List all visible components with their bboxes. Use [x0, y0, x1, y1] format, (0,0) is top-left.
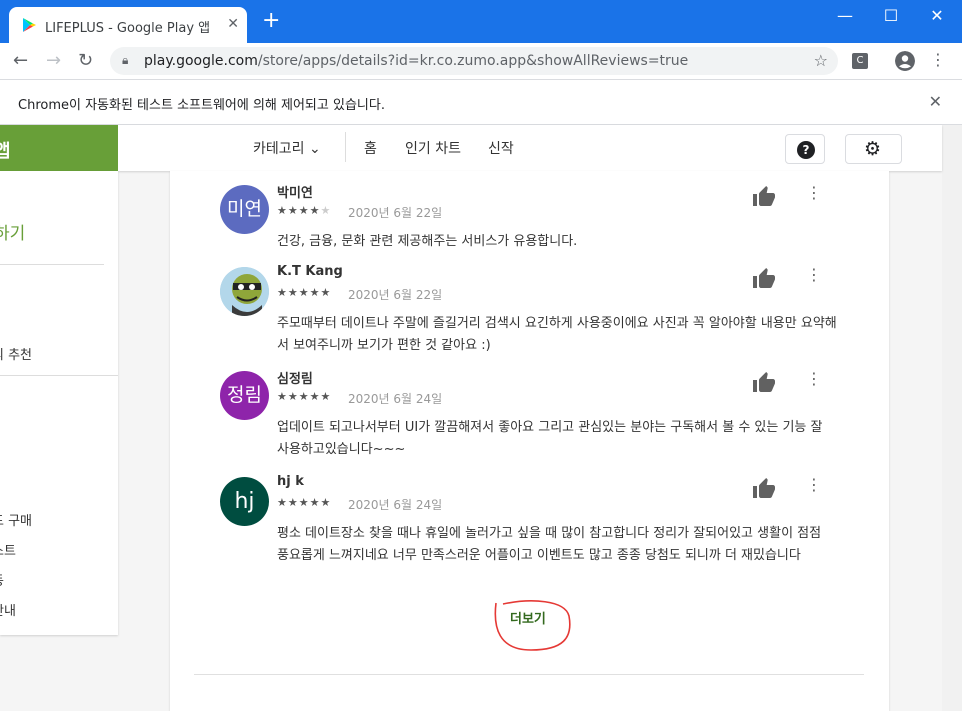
- review-text: 평소 데이트장소 찾을 때나 휴일에 놀러가고 싶을 때 많이 참고합니다 정리…: [277, 526, 822, 563]
- thumbs-up-icon[interactable]: [752, 267, 776, 291]
- address-bar[interactable]: 🔒︎ play.google.com/store/apps/details?id…: [110, 47, 838, 75]
- minimize-icon[interactable]: —: [822, 6, 868, 25]
- card-divider: [194, 674, 864, 675]
- sidebar-divider: [0, 375, 118, 376]
- extension-icon[interactable]: C: [852, 53, 868, 69]
- header-divider: [345, 132, 346, 162]
- apps-section-tab[interactable]: 앱: [0, 125, 118, 171]
- nav-link-new[interactable]: 신작: [488, 138, 514, 158]
- show-more-label: 더보기: [510, 612, 546, 627]
- chevron-down-icon: ⌄: [308, 141, 321, 157]
- nav-link-home[interactable]: 홈: [364, 138, 377, 158]
- star-rating: ★★★★★: [277, 204, 332, 217]
- review-text: 업데이트 되고나서부터 UI가 깔끔해져서 좋아요 그리고 관심있는 분야는 구…: [277, 420, 823, 457]
- more-options-icon[interactable]: ⋮: [806, 265, 822, 284]
- reviewer-name: 박미연: [277, 186, 313, 201]
- reviews-card: 미연 박미연 ★★★★★ 2020년 6월 22일 ⋮ 건강, 금융, 문화 관…: [170, 171, 889, 711]
- browser-tab[interactable]: LIFEPLUS - Google Play 앱 ✕: [9, 7, 247, 43]
- avatar: [220, 267, 269, 316]
- avatar: hj: [220, 477, 269, 526]
- infobar-message: Chrome이 자동화된 테스트 소프트웨어에 의해 제어되고 있습니다.: [18, 98, 385, 113]
- sidebar-item-activity[interactable]: 동: [0, 570, 4, 589]
- thumbs-up-icon[interactable]: [752, 477, 776, 501]
- sidebar-item-purchase[interactable]: 드 구매: [0, 510, 32, 529]
- profile-icon[interactable]: [895, 51, 915, 71]
- star-rating: ★★★★★: [277, 390, 332, 403]
- reviewer-name: hj k: [277, 474, 304, 489]
- sidebar-item-list[interactable]: 스트: [0, 540, 16, 559]
- review-date: 2020년 6월 22일: [348, 206, 443, 220]
- more-options-icon[interactable]: ⋮: [806, 369, 822, 388]
- settings-button[interactable]: ⚙: [845, 134, 902, 164]
- avatar: 정림: [220, 371, 269, 420]
- window-close-icon[interactable]: ✕: [914, 6, 960, 25]
- sidebar-item-recommendations[interactable]: 의 추천: [0, 344, 32, 363]
- gear-icon: ⚙: [864, 138, 882, 160]
- thumbs-up-icon[interactable]: [752, 371, 776, 395]
- reviewer-name: 심정림: [277, 372, 313, 387]
- sidebar-green-link[interactable]: 하기: [0, 219, 25, 244]
- category-dropdown[interactable]: 카테고리 ⌄: [253, 138, 321, 158]
- page-scrollbar[interactable]: [942, 125, 962, 711]
- review-text: 주모때부터 데이트나 주말에 즐길거리 검색시 요긴하게 사용중이에요 사진과 …: [277, 316, 837, 353]
- reviewer-name: K.T Kang: [277, 264, 343, 279]
- review-date: 2020년 6월 24일: [348, 498, 443, 512]
- new-tab-icon[interactable]: +: [262, 10, 280, 32]
- help-icon: ?: [797, 141, 815, 159]
- avatar: 미연: [220, 185, 269, 234]
- more-options-icon[interactable]: ⋮: [806, 475, 822, 494]
- review-date: 2020년 6월 22일: [348, 288, 443, 302]
- character-avatar-image: [220, 267, 269, 316]
- nav-link-top-charts[interactable]: 인기 차트: [405, 138, 461, 158]
- star-rating: ★★★★★: [277, 286, 332, 299]
- browser-menu-icon[interactable]: ⋮: [930, 50, 946, 69]
- more-options-icon[interactable]: ⋮: [806, 183, 822, 202]
- url-text: play.google.com/store/apps/details?id=kr…: [144, 53, 689, 69]
- apps-section-label: 앱: [0, 141, 11, 162]
- google-play-icon: [23, 18, 36, 32]
- maximize-icon[interactable]: ☐: [868, 6, 914, 25]
- help-button[interactable]: ?: [785, 134, 825, 164]
- infobar-close-icon[interactable]: ✕: [929, 92, 942, 111]
- back-icon[interactable]: ←: [13, 50, 28, 71]
- review-date: 2020년 6월 24일: [348, 392, 443, 406]
- bookmark-star-icon[interactable]: ☆: [814, 51, 828, 70]
- tab-close-icon[interactable]: ✕: [227, 16, 239, 32]
- automation-infobar: Chrome이 자동화된 테스트 소프트웨어에 의해 제어되고 있습니다. ✕: [0, 79, 962, 125]
- thumbs-up-icon[interactable]: [752, 185, 776, 209]
- lock-icon: 🔒︎: [122, 53, 129, 67]
- review-text: 건강, 금융, 문화 관련 제공해주는 서비스가 유용합니다.: [277, 234, 578, 249]
- title-bar: LIFEPLUS - Google Play 앱 ✕ + — ☐ ✕: [0, 0, 962, 43]
- sidebar-divider: [0, 264, 104, 265]
- browser-toolbar: ← → ↻ 🔒︎ play.google.com/store/apps/deta…: [0, 43, 962, 79]
- forward-icon[interactable]: →: [46, 50, 61, 71]
- star-rating: ★★★★★: [277, 496, 332, 509]
- tab-title: LIFEPLUS - Google Play 앱: [45, 21, 211, 36]
- show-more-button[interactable]: 더보기: [491, 598, 581, 654]
- sidebar-item-guide[interactable]: 안내: [0, 600, 16, 619]
- left-sidebar: 하기 의 추천 드 구매 스트 동 안내: [0, 171, 118, 635]
- reload-icon[interactable]: ↻: [78, 50, 93, 71]
